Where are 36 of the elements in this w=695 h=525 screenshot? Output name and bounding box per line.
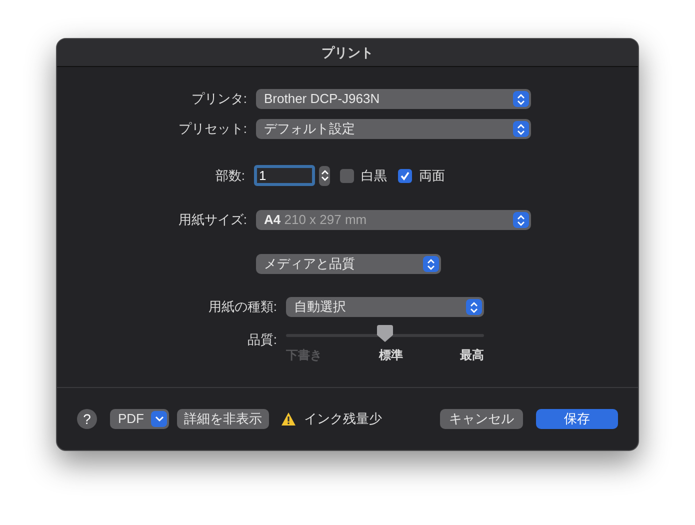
copies-field[interactable]: 1 xyxy=(254,165,315,186)
quality-slider[interactable] xyxy=(286,327,484,343)
stepper-arrows-icon xyxy=(427,258,435,270)
field-label: プリンタ: xyxy=(190,90,248,108)
field-label: 用紙サイズ: xyxy=(177,211,248,230)
help-button[interactable]: ? xyxy=(77,409,97,429)
pdf-button[interactable]: PDF xyxy=(110,409,169,429)
stepper-arrows-icon xyxy=(320,170,328,181)
checkbox[interactable] xyxy=(398,168,412,182)
paper-size-popup[interactable]: A4 210 x 297 mm xyxy=(256,210,531,230)
hide-details-button[interactable]: 詳細を非表示 xyxy=(177,409,269,429)
field-label: プリセット: xyxy=(177,120,248,138)
field-label: 用紙の種類: xyxy=(207,298,278,316)
checkbox-label: 白黒 xyxy=(361,166,387,185)
stepper[interactable] xyxy=(319,166,330,186)
printer-popup[interactable]: Brother DCP-J963N xyxy=(256,89,531,109)
warning-icon xyxy=(281,412,296,426)
chevron-down-icon xyxy=(154,416,164,422)
preset-popup[interactable]: デフォルト設定 xyxy=(256,119,531,139)
checkbox-label: 両面 xyxy=(419,166,445,185)
save-button[interactable]: 保存 xyxy=(536,409,618,429)
stepper-arrows-icon xyxy=(517,124,525,134)
checkbox[interactable] xyxy=(340,168,354,182)
cancel-button[interactable]: キャンセル xyxy=(440,409,523,429)
field-label: 品質: xyxy=(246,331,278,349)
tick-label: 最高 xyxy=(460,347,484,364)
stepper-arrows-icon xyxy=(470,302,478,312)
slider-thumb[interactable] xyxy=(377,325,393,342)
window-title: プリント xyxy=(322,44,374,62)
field-label: 部数: xyxy=(214,166,246,185)
panel-popup[interactable]: メディアと品質 xyxy=(256,254,441,274)
tick-label: 標準 xyxy=(379,347,403,364)
paper-type-popup[interactable]: 自動選択 xyxy=(286,297,484,317)
warning-text: インク残量少 xyxy=(304,410,382,428)
stepper-arrows-icon xyxy=(517,214,525,226)
stepper-arrows-icon xyxy=(517,94,525,104)
